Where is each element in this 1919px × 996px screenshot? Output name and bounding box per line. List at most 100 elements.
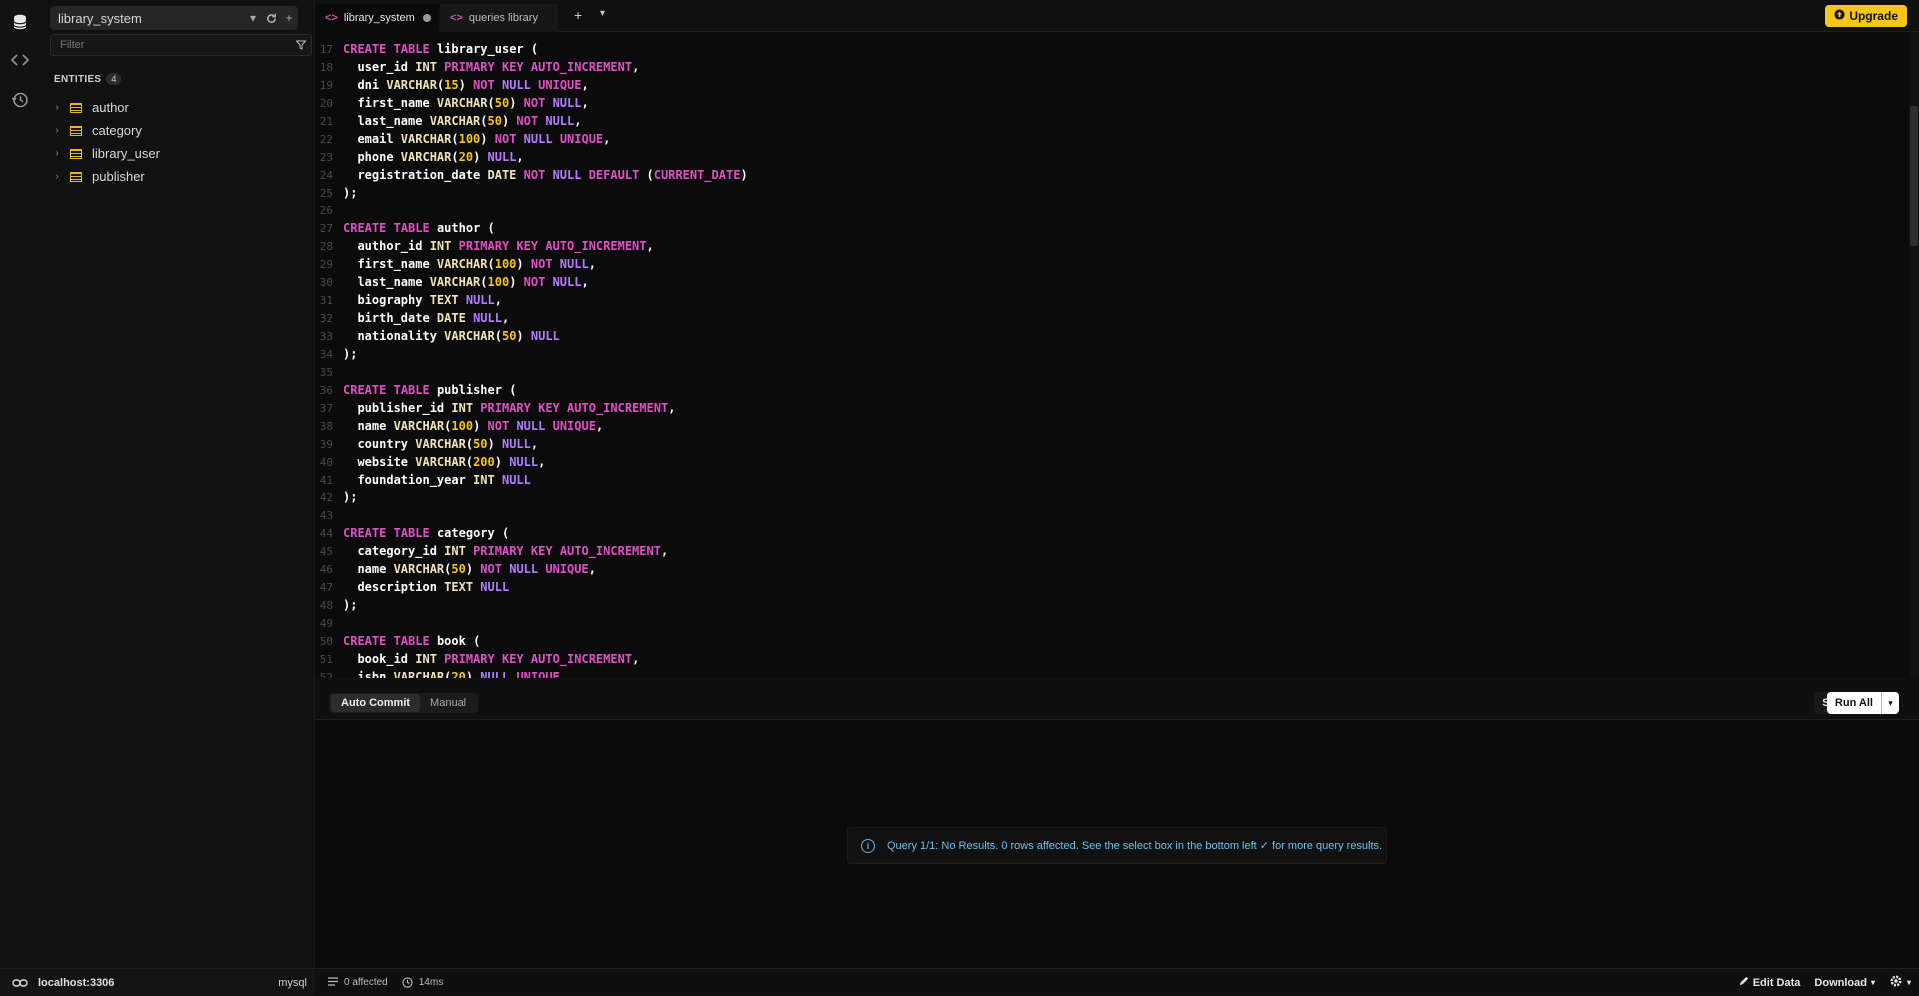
commit-mode-toggle[interactable]: Auto Commit Manual (329, 693, 479, 713)
code-line[interactable]: 21 last_name VARCHAR(50) NOT NULL, (315, 113, 748, 131)
auto-commit-option[interactable]: Auto Commit (331, 694, 421, 712)
code-line[interactable]: 43 (315, 507, 748, 525)
settings-button[interactable]: ▾ (1889, 974, 1911, 991)
chevron-right-icon[interactable]: › (50, 125, 64, 136)
connection-host: localhost:3306 (38, 976, 115, 989)
code-line[interactable]: 20 first_name VARCHAR(50) NOT NULL, (315, 95, 748, 113)
code-line[interactable]: 46 name VARCHAR(50) NOT NULL UNIQUE, (315, 561, 748, 579)
code-line[interactable]: 31 biography TEXT NULL, (315, 292, 748, 310)
code-line[interactable]: 33 nationality VARCHAR(50) NULL (315, 328, 748, 346)
code-line[interactable]: 30 last_name VARCHAR(100) NOT NULL, (315, 274, 748, 292)
caret-down-icon[interactable]: ▾ (244, 6, 262, 30)
caret-down-icon: ▾ (1870, 978, 1875, 987)
entity-category[interactable]: › category (50, 119, 312, 142)
code-line[interactable]: 50 CREATE TABLE book ( (315, 633, 748, 651)
filter-icon[interactable] (291, 40, 311, 50)
table-icon (70, 148, 82, 159)
manual-option[interactable]: Manual (420, 694, 476, 712)
code-line[interactable]: 42); (315, 489, 748, 507)
code-text: name VARCHAR(50) NOT NULL UNIQUE, (343, 562, 596, 577)
code-line[interactable]: 32 birth_date DATE NULL, (315, 310, 748, 328)
code-line[interactable]: 34); (315, 346, 748, 364)
line-number: 20 (319, 96, 333, 110)
code-line[interactable]: 49 (315, 615, 748, 633)
line-number: 17 (319, 43, 333, 56)
run-options-caret-icon[interactable]: ▾ (1881, 692, 1899, 714)
results-panel: i Query 1/1: No Results. 0 rows affected… (315, 720, 1919, 968)
editor-scrollbar-thumb[interactable] (1910, 106, 1918, 246)
sql-editor[interactable]: 17 CREATE TABLE library_user (18 user_id … (315, 32, 1919, 678)
code-line[interactable]: 19 dni VARCHAR(15) NOT NULL UNIQUE, (315, 77, 748, 95)
line-number: 38 (319, 419, 333, 433)
code-line[interactable]: 36 CREATE TABLE publisher ( (315, 382, 748, 400)
line-number: 46 (319, 563, 333, 577)
code-line[interactable]: 37 publisher_id INT PRIMARY KEY AUTO_INC… (315, 400, 748, 418)
add-icon[interactable]: + (280, 6, 298, 30)
filter-field[interactable] (50, 34, 312, 56)
connection-info[interactable]: localhost:3306 mysql (0, 969, 315, 996)
tab-queries-library[interactable]: <> queries library (440, 4, 558, 32)
execution-time: 14ms (418, 977, 444, 988)
upgrade-button[interactable]: Upgrade (1825, 5, 1907, 27)
tab-menu-caret-icon[interactable]: ▾ (600, 8, 605, 19)
download-button[interactable]: Download ▾ (1814, 977, 1875, 989)
code-line[interactable]: 23 phone VARCHAR(20) NULL, (315, 149, 748, 167)
code-line[interactable]: 51 book_id INT PRIMARY KEY AUTO_INCREMEN… (315, 651, 748, 669)
unsaved-dot-icon[interactable] (423, 14, 431, 22)
code-line[interactable]: 52 isbn VARCHAR(20) NULL UNIQUE, (315, 669, 748, 678)
code-line[interactable]: 41 foundation_year INT NULL (315, 472, 748, 490)
history-icon[interactable] (8, 88, 32, 112)
code-line[interactable]: 25); (315, 185, 748, 203)
code-icon: <> (450, 12, 463, 24)
code-text: first_name VARCHAR(100) NOT NULL, (343, 257, 596, 272)
code-line[interactable]: 26 (315, 202, 748, 220)
tab-bar: <> library_system <> queries library + ▾… (315, 0, 1919, 32)
entity-publisher[interactable]: › publisher (50, 165, 312, 188)
code-text: last_name VARCHAR(50) NOT NULL, (343, 113, 582, 128)
entity-author[interactable]: › author (50, 96, 312, 119)
code-line[interactable]: 18 user_id INT PRIMARY KEY AUTO_INCREMEN… (315, 59, 748, 77)
chevron-right-icon[interactable]: › (50, 148, 64, 159)
run-all-button[interactable]: Run All (1826, 692, 1881, 714)
code-line[interactable]: 27 CREATE TABLE author ( (315, 220, 748, 238)
code-icon[interactable] (8, 48, 32, 72)
code-line[interactable]: 35 (315, 364, 748, 382)
edit-data-label: Edit Data (1752, 976, 1801, 989)
line-number: 43 (319, 509, 333, 523)
code-line[interactable]: 38 name VARCHAR(100) NOT NULL UNIQUE, (315, 418, 748, 436)
new-tab-plus-icon[interactable]: + (574, 7, 582, 23)
entity-library-user[interactable]: › library_user (50, 142, 312, 165)
editor-scrollbar[interactable] (1909, 32, 1919, 678)
code-text: CREATE TABLE category ( (343, 526, 510, 541)
chevron-right-icon[interactable]: › (50, 102, 64, 113)
code-line[interactable]: 45 category_id INT PRIMARY KEY AUTO_INCR… (315, 543, 748, 561)
line-number: 51 (319, 652, 333, 666)
chevron-right-icon[interactable]: › (50, 171, 64, 182)
code-line[interactable]: 29 first_name VARCHAR(100) NOT NULL, (315, 256, 748, 274)
line-number: 33 (319, 330, 333, 343)
database-selector[interactable]: library_system ▾ + (50, 6, 298, 30)
code-line[interactable]: 48); (315, 597, 748, 615)
gear-icon (1889, 974, 1903, 991)
code-line[interactable]: 39 country VARCHAR(50) NULL, (315, 436, 748, 454)
code-line[interactable]: 40 website VARCHAR(200) NULL, (315, 454, 748, 472)
upgrade-icon (1834, 9, 1845, 23)
run-all-button-group[interactable]: Run All ▾ (1826, 692, 1899, 714)
code-line[interactable]: 22 email VARCHAR(100) NOT NULL UNIQUE, (315, 131, 748, 149)
edit-data-button[interactable]: Edit Data (1738, 976, 1801, 990)
code-line[interactable]: 28 author_id INT PRIMARY KEY AUTO_INCREM… (315, 238, 748, 256)
database-icon[interactable] (8, 10, 32, 34)
line-number: 36 (319, 383, 333, 397)
refresh-icon[interactable] (262, 6, 280, 30)
line-number: 29 (319, 258, 333, 272)
code-line[interactable]: 17 CREATE TABLE library_user ( (315, 41, 748, 59)
query-result-notice: i Query 1/1: No Results. 0 rows affected… (847, 827, 1387, 864)
download-label: Download (1814, 976, 1867, 989)
code-line[interactable]: 44 CREATE TABLE category ( (315, 525, 748, 543)
tab-library-system[interactable]: <> library_system (315, 4, 439, 32)
code-text: CREATE TABLE author ( (343, 221, 495, 236)
filter-input[interactable] (51, 39, 291, 51)
code-line[interactable]: 47 description TEXT NULL (315, 579, 748, 597)
entity-label: publisher (92, 169, 145, 184)
code-line[interactable]: 24 registration_date DATE NOT NULL DEFAU… (315, 167, 748, 185)
